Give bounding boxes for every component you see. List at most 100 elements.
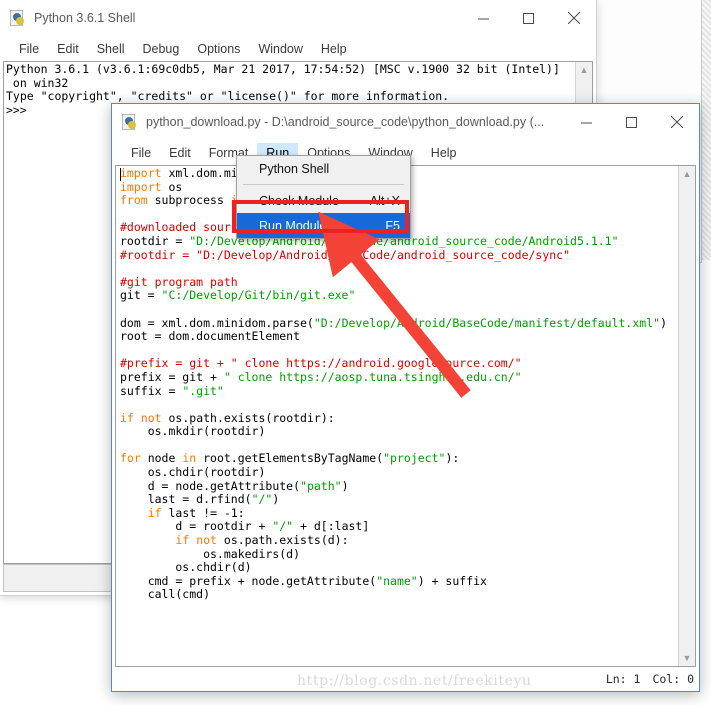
shell-menu-help[interactable]: Help bbox=[312, 39, 356, 59]
minimize-button[interactable] bbox=[461, 0, 506, 36]
code-line: last = d.rfind("/") bbox=[120, 492, 678, 507]
scroll-down-icon[interactable]: ▼ bbox=[679, 650, 695, 666]
code-line: call(cmd) bbox=[120, 588, 678, 602]
text-caret bbox=[120, 168, 121, 181]
code-line: if not os.path.exists(d): bbox=[120, 533, 678, 548]
code-token: dom = xml.dom.minidom.parse( bbox=[120, 315, 314, 330]
code-token: "/" bbox=[251, 492, 273, 507]
editor-menu-file[interactable]: File bbox=[122, 143, 160, 163]
editor-code-area[interactable]: import xml.dom.minidom import os from subp… bbox=[115, 165, 696, 667]
editor-scrollbar[interactable]: ▲ ▼ bbox=[678, 166, 695, 666]
code-line: if last != -1: bbox=[120, 505, 678, 521]
code-line: os.mkdir(rootdir) bbox=[120, 424, 678, 439]
code-token: ) bbox=[341, 478, 349, 493]
code-line: os.chdir(d) bbox=[120, 560, 678, 575]
code-token: ) + suffix bbox=[417, 573, 487, 588]
scroll-up-icon[interactable]: ▲ bbox=[679, 166, 695, 182]
shell-titlebar[interactable]: Python 3.6.1 Shell bbox=[0, 0, 596, 36]
code-token: suffix = bbox=[120, 383, 183, 398]
code-token: "D:/Develop/Android/BaseCode/manifest/de… bbox=[313, 315, 661, 330]
shell-menu-window[interactable]: Window bbox=[249, 39, 311, 59]
editor-menu-help[interactable]: Help bbox=[422, 143, 466, 163]
code-token: " clone https://aosp.tuna.tsinghua.edu.c… bbox=[223, 369, 522, 384]
maximize-button[interactable] bbox=[506, 0, 551, 36]
code-token: "project" bbox=[383, 451, 446, 466]
code-line: d = node.getAttribute("path") bbox=[120, 478, 678, 494]
code-line: os.chdir(rootdir) bbox=[120, 465, 678, 480]
code-token: #prefix = git + " clone https://android.… bbox=[120, 356, 522, 371]
code-token: os.chdir(rootdir) bbox=[120, 465, 266, 480]
code-line: if not os.path.exists(rootdir): bbox=[120, 410, 678, 426]
code-line: suffix = ".git" bbox=[120, 383, 678, 399]
code-token: for bbox=[120, 451, 141, 466]
code-line: dom = xml.dom.minidom.parse("D:/Develop/… bbox=[120, 315, 678, 331]
editor-titlebar[interactable]: python_download.py - D:\android_source_c… bbox=[112, 104, 699, 140]
code-token: + d[:last] bbox=[293, 519, 370, 534]
code-token: "name" bbox=[376, 573, 418, 588]
maximize-button[interactable] bbox=[609, 104, 654, 140]
code-token: call(cmd) bbox=[120, 587, 211, 602]
code-token: ): bbox=[445, 451, 460, 466]
shell-window-title: Python 3.6.1 Shell bbox=[34, 11, 136, 25]
code-token: last = d.rfind( bbox=[120, 492, 252, 507]
python-icon bbox=[10, 10, 26, 26]
code-token: "/" bbox=[272, 519, 294, 534]
code-token: from bbox=[120, 193, 148, 208]
status-column-number: Col: 0 bbox=[652, 672, 694, 686]
scroll-up-icon[interactable]: ▲ bbox=[576, 62, 592, 78]
code-token: ) bbox=[272, 492, 280, 507]
minimize-button[interactable] bbox=[564, 104, 609, 140]
code-token: if bbox=[175, 533, 190, 548]
shell-menu-debug[interactable]: Debug bbox=[134, 39, 189, 59]
menu-item-label: Python Shell bbox=[259, 161, 330, 176]
shell-menu-file[interactable]: File bbox=[10, 39, 48, 59]
annotation-highlight-box bbox=[232, 200, 409, 233]
code-line: #rootdir = "D:/Develop/Android/BaseCode/… bbox=[120, 248, 678, 263]
code-token: if bbox=[147, 505, 162, 520]
code-line: cmd = prefix + node.getAttribute("name")… bbox=[120, 573, 678, 589]
code-token: last != -1: bbox=[161, 505, 245, 520]
close-button[interactable] bbox=[654, 104, 699, 140]
code-line: #git program path bbox=[120, 275, 678, 290]
desktop-background-pattern bbox=[701, 0, 711, 260]
code-token: d = node.getAttribute( bbox=[120, 478, 301, 493]
code-line: git = "C:/Develop/Git/bin/git.exe" bbox=[120, 289, 678, 303]
code-token: os.mkdir(rootdir) bbox=[120, 424, 266, 439]
code-token: os bbox=[161, 179, 183, 194]
code-token: if bbox=[120, 410, 134, 425]
shell-menu-shell[interactable]: Shell bbox=[88, 39, 134, 59]
code-token: subprocess bbox=[147, 193, 231, 208]
code-token: ) bbox=[660, 315, 667, 330]
code-line: for node in root.getElementsByTagName("p… bbox=[120, 452, 678, 466]
code-token: os.path.exists(rootdir): bbox=[161, 410, 335, 425]
code-line: root = dom.documentElement bbox=[120, 329, 678, 344]
code-token: os.makedirs(d) bbox=[120, 546, 301, 561]
shell-menu-options[interactable]: Options bbox=[188, 39, 249, 59]
code-line: prefix = git + " clone https://aosp.tuna… bbox=[120, 369, 678, 385]
code-token: os.chdir(d) bbox=[120, 560, 252, 575]
code-token: ".git" bbox=[182, 383, 224, 398]
code-token: root = dom.documentElement bbox=[120, 329, 301, 344]
editor-statusbar: Ln: 1 Col: 0 bbox=[606, 669, 694, 689]
shell-menu-edit[interactable]: Edit bbox=[48, 39, 88, 59]
run-menu-item-python-shell[interactable]: Python Shell bbox=[237, 156, 410, 181]
code-line: #prefix = git + " clone https://android.… bbox=[120, 357, 678, 371]
shell-menubar[interactable]: File Edit Shell Debug Options Window Hel… bbox=[0, 36, 596, 61]
code-token: prefix = git + bbox=[120, 369, 224, 384]
code-token: d = rootdir + bbox=[120, 519, 273, 534]
python-icon bbox=[122, 114, 138, 130]
shell-window-controls bbox=[461, 0, 596, 36]
menu-separator bbox=[243, 184, 404, 185]
close-button[interactable] bbox=[551, 0, 596, 36]
code-token: "C:/Develop/Git/bin/git.exe" bbox=[161, 288, 356, 303]
code-line: d = rootdir + "/" + d[:last] bbox=[120, 520, 678, 534]
editor-menu-edit[interactable]: Edit bbox=[160, 143, 200, 163]
code-token: git = bbox=[120, 288, 162, 303]
